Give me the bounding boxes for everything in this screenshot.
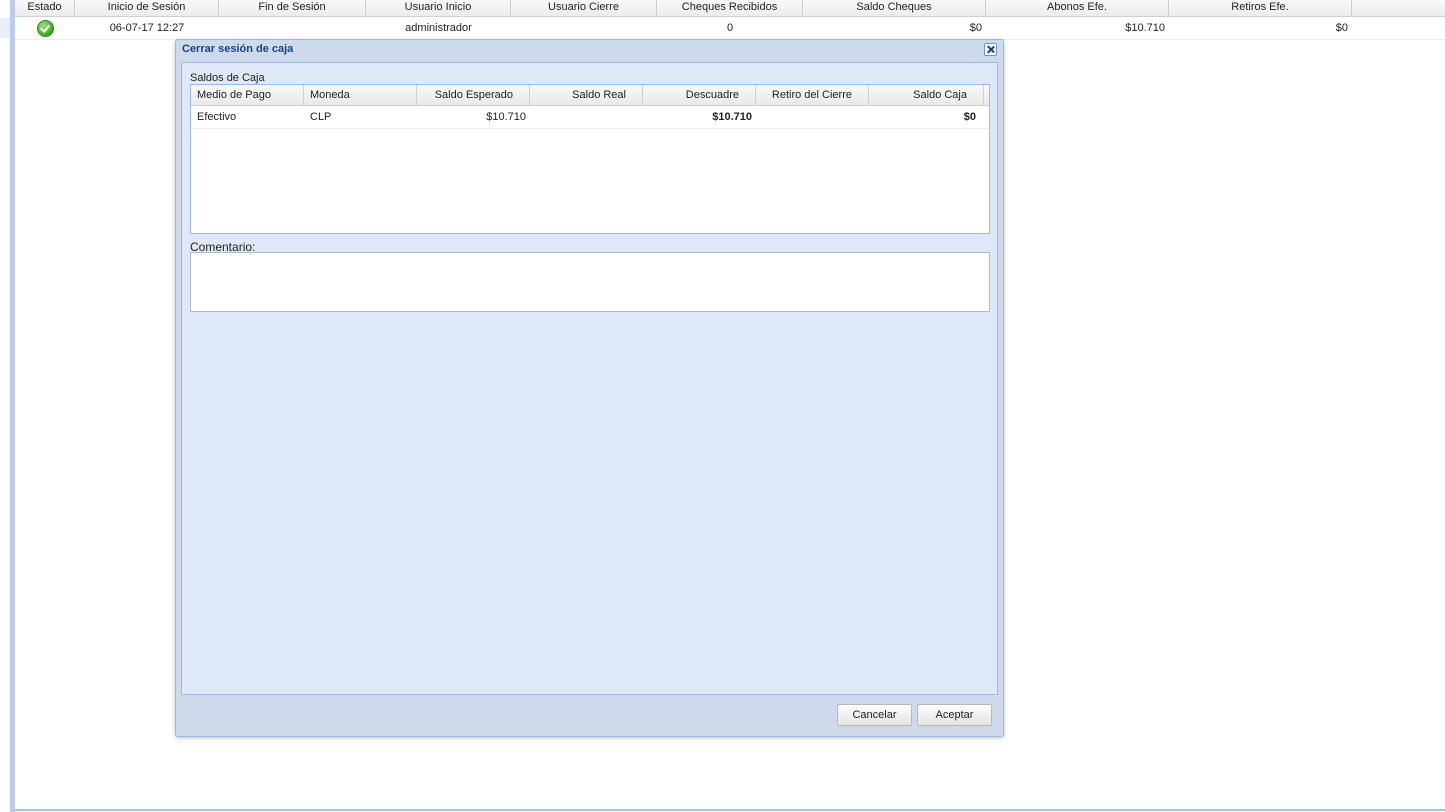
close-icon[interactable]: [984, 43, 997, 56]
col-descuadre[interactable]: Descuadre: [643, 85, 756, 105]
col-saldo-caja[interactable]: Saldo Caja: [869, 85, 984, 105]
dialog-title: Cerrar sesión de caja: [182, 43, 294, 55]
accept-button[interactable]: Aceptar: [917, 704, 992, 726]
col-medio-de-pago[interactable]: Medio de Pago: [191, 85, 304, 105]
saldo-real-cell[interactable]: [530, 106, 643, 128]
usuario-cierre-cell: [511, 17, 657, 39]
table-row[interactable]: Efectivo CLP $10.710 $10.710 $0: [191, 106, 989, 129]
saldo-cheques-cell: $0: [969, 22, 982, 34]
col-estado[interactable]: Estado: [15, 0, 75, 16]
col-saldo-esperado[interactable]: Saldo Esperado: [417, 85, 530, 105]
col-moneda[interactable]: Moneda: [304, 85, 417, 105]
col-retiro-del-cierre[interactable]: Retiro del Cierre: [756, 85, 869, 105]
inicio-cell: 06-07-17 12:27: [109, 22, 185, 34]
status-cell: [15, 17, 75, 39]
medio-de-pago-cell: Efectivo: [197, 111, 237, 123]
col-saldo-real[interactable]: Saldo Real: [530, 85, 643, 105]
saldos-section-label: Saldos de Caja: [190, 72, 265, 84]
col-usuario-inicio[interactable]: Usuario Inicio: [366, 0, 511, 16]
check-circle-icon: [36, 20, 54, 37]
sessions-grid: Estado Inicio de Sesión Fin de Sesión Us…: [15, 0, 1445, 40]
usuario-inicio-cell: administrador: [405, 22, 472, 34]
col-fin-sesion[interactable]: Fin de Sesión: [219, 0, 366, 16]
fin-cell: [219, 17, 366, 39]
retiro-del-cierre-cell[interactable]: [756, 106, 869, 128]
retiros-efe-cell: $0: [1335, 22, 1348, 34]
descuadre-cell: $10.710: [712, 111, 752, 123]
left-border: [10, 0, 15, 812]
cheques-recibidos-cell: 0: [726, 22, 734, 34]
close-session-dialog: Cerrar sesión de caja Saldos de Caja Med…: [175, 39, 1004, 737]
saldos-grid-header: Medio de Pago Moneda Saldo Esperado Sald…: [191, 85, 989, 106]
cancel-button[interactable]: Cancelar: [837, 704, 912, 726]
col-cheques-recibidos[interactable]: Cheques Recibidos: [657, 0, 803, 16]
saldo-caja-cell: $0: [963, 111, 976, 123]
col-retiros-efe[interactable]: Retiros Efe.: [1169, 0, 1352, 16]
dialog-body: Saldos de Caja Medio de Pago Moneda Sald…: [181, 62, 998, 695]
abonos-efe-cell: $10.710: [1125, 22, 1165, 34]
saldos-grid: Medio de Pago Moneda Saldo Esperado Sald…: [190, 84, 990, 234]
moneda-cell: CLP: [310, 111, 332, 123]
col-usuario-cierre[interactable]: Usuario Cierre: [511, 0, 657, 16]
sessions-grid-header: Estado Inicio de Sesión Fin de Sesión Us…: [15, 0, 1445, 17]
col-saldo-cheques[interactable]: Saldo Cheques: [803, 0, 986, 16]
row-selection-marker: [0, 18, 10, 38]
col-abonos-efe[interactable]: Abonos Efe.: [986, 0, 1169, 16]
table-row[interactable]: 06-07-17 12:27 administrador 0 $0 $10.71…: [15, 17, 1445, 40]
col-inicio-sesion[interactable]: Inicio de Sesión: [75, 0, 219, 16]
saldo-esperado-cell: $10.710: [486, 111, 526, 123]
comment-field[interactable]: [190, 252, 990, 312]
bottom-border: [15, 809, 1445, 811]
